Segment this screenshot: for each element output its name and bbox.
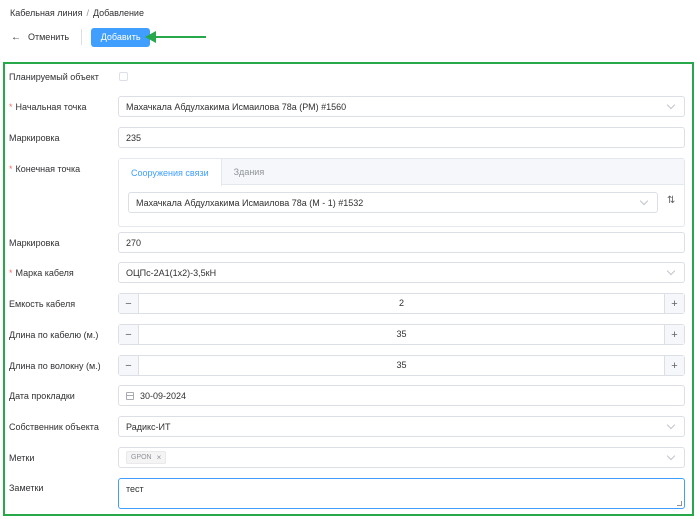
lay-date-picker[interactable]: 30-09-2024: [118, 385, 685, 406]
cable-capacity-label: Емкость кабеля: [9, 299, 76, 309]
chevron-down-icon: [666, 451, 676, 461]
decrement-button[interactable]: −: [119, 325, 139, 344]
resize-handle-icon[interactable]: [677, 501, 682, 506]
cable-length-stepper: − 35 +: [118, 324, 685, 345]
lay-date-label: Дата прокладки: [9, 391, 75, 401]
notes-textarea[interactable]: тест: [118, 478, 685, 509]
cable-brand-value: ОЦПс-2А1(1х2)-3,5кН: [126, 267, 217, 278]
marking-label: Маркировка: [9, 133, 60, 143]
swap-icon[interactable]: ⇅: [667, 195, 675, 206]
tabs-header: Сооружения связи Здания: [119, 159, 684, 186]
tab-buildings[interactable]: Здания: [222, 159, 277, 185]
cable-capacity-value[interactable]: 2: [139, 294, 664, 313]
notes-value: тест: [126, 484, 144, 494]
cable-capacity-stepper: − 2 +: [118, 293, 685, 314]
cable-brand-select[interactable]: ОЦПс-2А1(1х2)-3,5кН: [118, 262, 685, 283]
chevron-down-icon: [666, 420, 676, 430]
increment-button[interactable]: +: [664, 325, 684, 344]
cable-brand-label: * Марка кабеля: [9, 268, 74, 278]
cable-length-value[interactable]: 35: [139, 325, 664, 344]
chevron-down-icon: [639, 196, 649, 206]
tag-gpon: GPON ×: [126, 451, 167, 464]
start-point-label: * Начальная точка: [9, 102, 87, 112]
fiber-length-stepper: − 35 +: [118, 355, 685, 376]
close-icon[interactable]: ×: [157, 453, 162, 462]
fiber-length-label: Длина по волокну (м.): [9, 361, 101, 371]
end-point-label: * Конечная точка: [9, 164, 81, 174]
marking-2-value: 270: [126, 237, 142, 248]
chevron-down-icon: [666, 266, 676, 276]
tags-select[interactable]: GPON ×: [118, 447, 685, 468]
tags-label: Метки: [9, 453, 35, 463]
start-point-value: Махачкала Абдулхакима Исмаилова 78а (РМ)…: [126, 101, 347, 112]
decrement-button[interactable]: −: [119, 294, 139, 313]
notes-label: Заметки: [9, 483, 44, 493]
increment-button[interactable]: +: [664, 356, 684, 375]
chevron-down-icon: [666, 100, 676, 110]
marking-value: 235: [126, 132, 142, 143]
planned-object-label: Планируемый объект: [9, 72, 99, 82]
start-point-select[interactable]: Махачкала Абдулхакима Исмаилова 78а (РМ)…: [118, 96, 685, 117]
owner-label: Собственник объекта: [9, 422, 99, 432]
calendar-icon: [126, 391, 134, 400]
owner-select[interactable]: Радикс-ИТ: [118, 416, 685, 437]
owner-value: Радикс-ИТ: [126, 421, 171, 432]
cable-line-form: Планируемый объект * Начальная точка Маха…: [0, 0, 700, 519]
marking-input[interactable]: 235: [118, 127, 685, 148]
end-point-tabs: Сооружения связи Здания Махачкала Абдулх…: [118, 158, 685, 227]
cable-length-label: Длина по кабелю (м.): [9, 330, 99, 340]
marking-2-input[interactable]: 270: [118, 232, 685, 253]
tag-gpon-label: GPON: [131, 454, 152, 461]
end-point-value: Махачкала Абдулхакима Исмаилова 78а (М -…: [136, 197, 364, 208]
lay-date-value: 30-09-2024: [140, 390, 187, 401]
increment-button[interactable]: +: [664, 294, 684, 313]
end-point-select[interactable]: Махачкала Абдулхакима Исмаилова 78а (М -…: [128, 192, 658, 213]
tab-structures[interactable]: Сооружения связи: [119, 159, 222, 186]
planned-object-checkbox[interactable]: [119, 72, 128, 81]
fiber-length-value[interactable]: 35: [139, 356, 664, 375]
decrement-button[interactable]: −: [119, 356, 139, 375]
marking-2-label: Маркировка: [9, 238, 60, 248]
